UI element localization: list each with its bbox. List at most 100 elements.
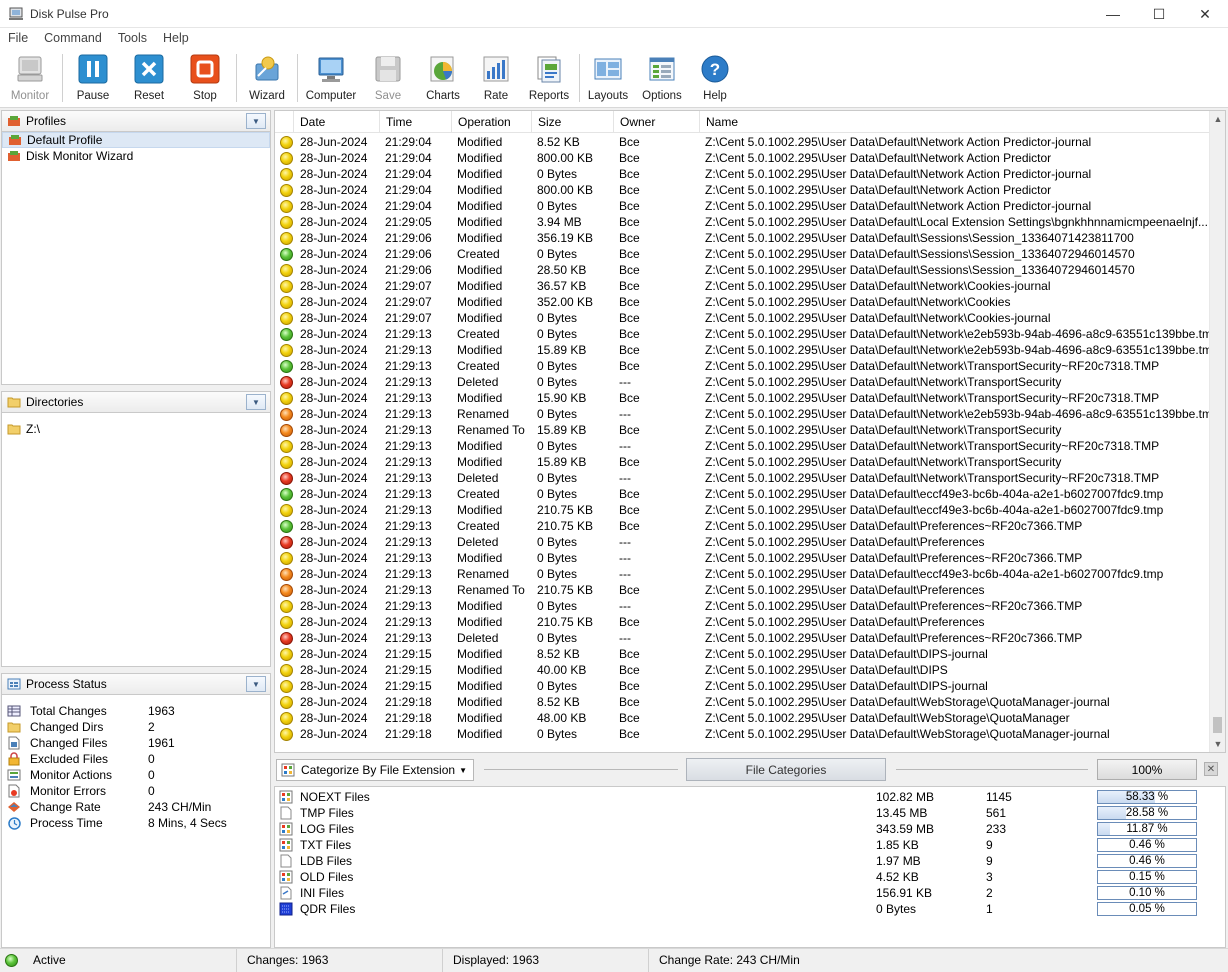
process-status-dropdown-button[interactable]: ▼ <box>246 676 266 692</box>
table-row[interactable]: 28-Jun-2024 21:29:07 Modified 0 Bytes Bce Z:\… <box>275 310 1210 326</box>
table-row[interactable]: 28-Jun-2024 21:29:13 Deleted 0 Bytes --- Z:\C… <box>275 470 1210 486</box>
table-row[interactable]: 28-Jun-2024 21:29:13 Modified 15.89 KB Bce Z:… <box>275 454 1210 470</box>
table-row[interactable]: 28-Jun-2024 21:29:13 Modified 210.75 KB Bce Z… <box>275 614 1210 630</box>
table-row[interactable]: 28-Jun-2024 21:29:13 Renamed 0 Bytes --- Z:\C… <box>275 406 1210 422</box>
menu-file[interactable]: File <box>0 31 36 45</box>
percent-button[interactable]: 100% <box>1097 759 1197 780</box>
scroll-down-icon[interactable]: ▼ <box>1210 736 1225 752</box>
table-row[interactable]: 28-Jun-2024 21:29:07 Modified 36.57 KB Bce Z:… <box>275 278 1210 294</box>
column-size[interactable]: Size <box>532 111 614 133</box>
save-button[interactable]: Save <box>370 53 406 105</box>
wizard-button[interactable]: Wizard <box>247 53 287 105</box>
table-row[interactable]: 28-Jun-2024 21:29:04 Modified 8.52 KB Bce Z:\… <box>275 134 1210 150</box>
cell-operation: Modified <box>457 215 503 229</box>
table-row[interactable]: 28-Jun-2024 21:29:13 Deleted 0 Bytes --- Z:\C… <box>275 630 1210 646</box>
pause-button[interactable]: Pause <box>74 53 112 105</box>
stop-button[interactable]: Stop <box>186 53 224 105</box>
table-row[interactable]: 28-Jun-2024 21:29:13 Created 210.75 KB Bce Z:… <box>275 518 1210 534</box>
help-button[interactable]: ? Help <box>700 53 730 105</box>
category-size: 0 Bytes <box>876 902 917 916</box>
table-row[interactable]: 28-Jun-2024 21:29:13 Modified 0 Bytes --- Z:\… <box>275 438 1210 454</box>
table-row[interactable]: 28-Jun-2024 21:29:15 Modified 8.52 KB Bce Z:\… <box>275 646 1210 662</box>
menu-tools[interactable]: Tools <box>110 31 155 45</box>
table-row[interactable]: 28-Jun-2024 21:29:13 Deleted 0 Bytes --- Z:\C… <box>275 534 1210 550</box>
table-row[interactable]: 28-Jun-2024 21:29:18 Modified 0 Bytes Bce Z:\… <box>275 726 1210 742</box>
table-row[interactable]: 28-Jun-2024 21:29:13 Deleted 0 Bytes --- Z:\C… <box>275 374 1210 390</box>
computer-button[interactable]: Computer <box>306 53 356 105</box>
directory-item[interactable]: Z:\ <box>2 421 270 437</box>
reports-button[interactable]: Reports <box>528 53 570 105</box>
file-categories-button[interactable]: File Categories <box>686 758 886 781</box>
column-status[interactable] <box>275 111 294 133</box>
table-row[interactable]: 28-Jun-2024 21:29:04 Modified 0 Bytes Bce Z:\… <box>275 198 1210 214</box>
events-scrollbar[interactable]: ▲ ▼ <box>1209 111 1225 752</box>
cell-name: Z:\Cent 5.0.1002.295\User Data\Default\N… <box>705 183 1052 197</box>
table-row[interactable]: 28-Jun-2024 21:29:13 Modified 15.90 KB Bce Z:… <box>275 390 1210 406</box>
table-row[interactable]: 28-Jun-2024 21:29:18 Modified 8.52 KB Bce Z:\… <box>275 694 1210 710</box>
scrollbar-thumb[interactable] <box>1213 717 1222 733</box>
table-row[interactable]: 28-Jun-2024 21:29:06 Modified 356.19 KB Bce Z… <box>275 230 1210 246</box>
profile-icon <box>7 133 23 147</box>
scroll-up-icon[interactable]: ▲ <box>1210 111 1225 127</box>
column-name[interactable]: Name <box>700 111 1210 133</box>
column-time[interactable]: Time <box>380 111 452 133</box>
toolbar: Monitor Pause Reset Stop Wizard Computer <box>0 48 1228 108</box>
table-row[interactable]: 28-Jun-2024 21:29:13 Created 0 Bytes Bce Z:\C… <box>275 326 1210 342</box>
category-row[interactable]: LOG Files 343.59 MB 233 11.87 % <box>275 821 1225 837</box>
table-row[interactable]: 28-Jun-2024 21:29:18 Modified 48.00 KB Bce Z:… <box>275 710 1210 726</box>
profile-item[interactable]: Disk Monitor Wizard <box>2 148 270 164</box>
monitor-button[interactable]: Monitor <box>10 53 50 105</box>
categorize-select[interactable]: Categorize By File Extension ▼ <box>276 759 474 781</box>
column-operation[interactable]: Operation <box>452 111 532 133</box>
table-row[interactable]: 28-Jun-2024 21:29:13 Renamed 0 Bytes --- Z:\C… <box>275 566 1210 582</box>
column-owner[interactable]: Owner <box>614 111 700 133</box>
close-window-button[interactable]: ✕ <box>1182 0 1228 28</box>
minimize-button[interactable]: — <box>1090 0 1136 28</box>
category-size: 13.45 MB <box>876 806 928 820</box>
layouts-button[interactable]: Layouts <box>588 53 628 105</box>
table-row[interactable]: 28-Jun-2024 21:29:13 Modified 15.89 KB Bce Z:… <box>275 342 1210 358</box>
table-row[interactable]: 28-Jun-2024 21:29:13 Renamed To 15.89 KB Bce… <box>275 422 1210 438</box>
table-row[interactable]: 28-Jun-2024 21:29:07 Modified 352.00 KB Bce Z… <box>275 294 1210 310</box>
table-row[interactable]: 28-Jun-2024 21:29:15 Modified 40.00 KB Bce Z:… <box>275 662 1210 678</box>
rate-button[interactable]: Rate <box>480 53 512 105</box>
cell-owner: Bce <box>619 359 640 373</box>
table-row[interactable]: 28-Jun-2024 21:29:13 Renamed To 210.75 KB Bc… <box>275 582 1210 598</box>
category-row[interactable]: TMP Files 13.45 MB 561 28.58 % <box>275 805 1225 821</box>
table-row[interactable]: 28-Jun-2024 21:29:04 Modified 800.00 KB Bce Z… <box>275 182 1210 198</box>
table-row[interactable]: 28-Jun-2024 21:29:13 Created 0 Bytes Bce Z:\C… <box>275 358 1210 374</box>
table-row[interactable]: 28-Jun-2024 21:29:13 Modified 0 Bytes --- Z:\… <box>275 550 1210 566</box>
table-row[interactable]: 28-Jun-2024 21:29:04 Modified 800.00 KB Bce Z… <box>275 150 1210 166</box>
close-categories-button[interactable]: ✕ <box>1204 762 1218 776</box>
charts-label: Charts <box>426 90 460 102</box>
profile-item[interactable]: Default Profile <box>2 132 270 148</box>
table-row[interactable]: 28-Jun-2024 21:29:15 Modified 0 Bytes Bce Z:\… <box>275 678 1210 694</box>
table-row[interactable]: 28-Jun-2024 21:29:13 Modified 210.75 KB Bce Z… <box>275 502 1210 518</box>
cell-date: 28-Jun-2024 <box>300 295 368 309</box>
menu-command[interactable]: Command <box>36 31 110 45</box>
column-date[interactable]: Date <box>294 111 380 133</box>
directories-dropdown-button[interactable]: ▼ <box>246 394 266 410</box>
table-row[interactable]: 28-Jun-2024 21:29:04 Modified 0 Bytes Bce Z:\… <box>275 166 1210 182</box>
category-row[interactable]: NOEXT Files 102.82 MB 1145 58.33 % <box>275 789 1225 805</box>
category-row[interactable]: QDR Files 0 Bytes 1 0.05 % <box>275 901 1225 917</box>
cell-date: 28-Jun-2024 <box>300 263 368 277</box>
category-size: 4.52 KB <box>876 870 919 884</box>
options-button[interactable]: Options <box>642 53 682 105</box>
table-row[interactable]: 28-Jun-2024 21:29:13 Created 0 Bytes Bce Z:\C… <box>275 486 1210 502</box>
charts-button[interactable]: Charts <box>425 53 461 105</box>
category-row[interactable]: TXT Files 1.85 KB 9 0.46 % <box>275 837 1225 853</box>
table-row[interactable]: 28-Jun-2024 21:29:05 Modified 3.94 MB Bce Z:\… <box>275 214 1210 230</box>
category-row[interactable]: OLD Files 4.52 KB 3 0.15 % <box>275 869 1225 885</box>
table-row[interactable]: 28-Jun-2024 21:29:06 Created 0 Bytes Bce Z:\C… <box>275 246 1210 262</box>
table-row[interactable]: 28-Jun-2024 21:29:06 Modified 28.50 KB Bce Z:… <box>275 262 1210 278</box>
profiles-dropdown-button[interactable]: ▼ <box>246 113 266 129</box>
category-row[interactable]: INI Files 156.91 KB 2 0.10 % <box>275 885 1225 901</box>
cell-name: Z:\Cent 5.0.1002.295\User Data\Default\D… <box>705 663 948 677</box>
category-row[interactable]: LDB Files 1.97 MB 9 0.46 % <box>275 853 1225 869</box>
table-row[interactable]: 28-Jun-2024 21:29:13 Modified 0 Bytes --- Z:\… <box>275 598 1210 614</box>
cell-operation: Modified <box>457 615 503 629</box>
reset-button[interactable]: Reset <box>130 53 168 105</box>
maximize-button[interactable]: ☐ <box>1136 0 1182 28</box>
menu-help[interactable]: Help <box>155 31 197 45</box>
